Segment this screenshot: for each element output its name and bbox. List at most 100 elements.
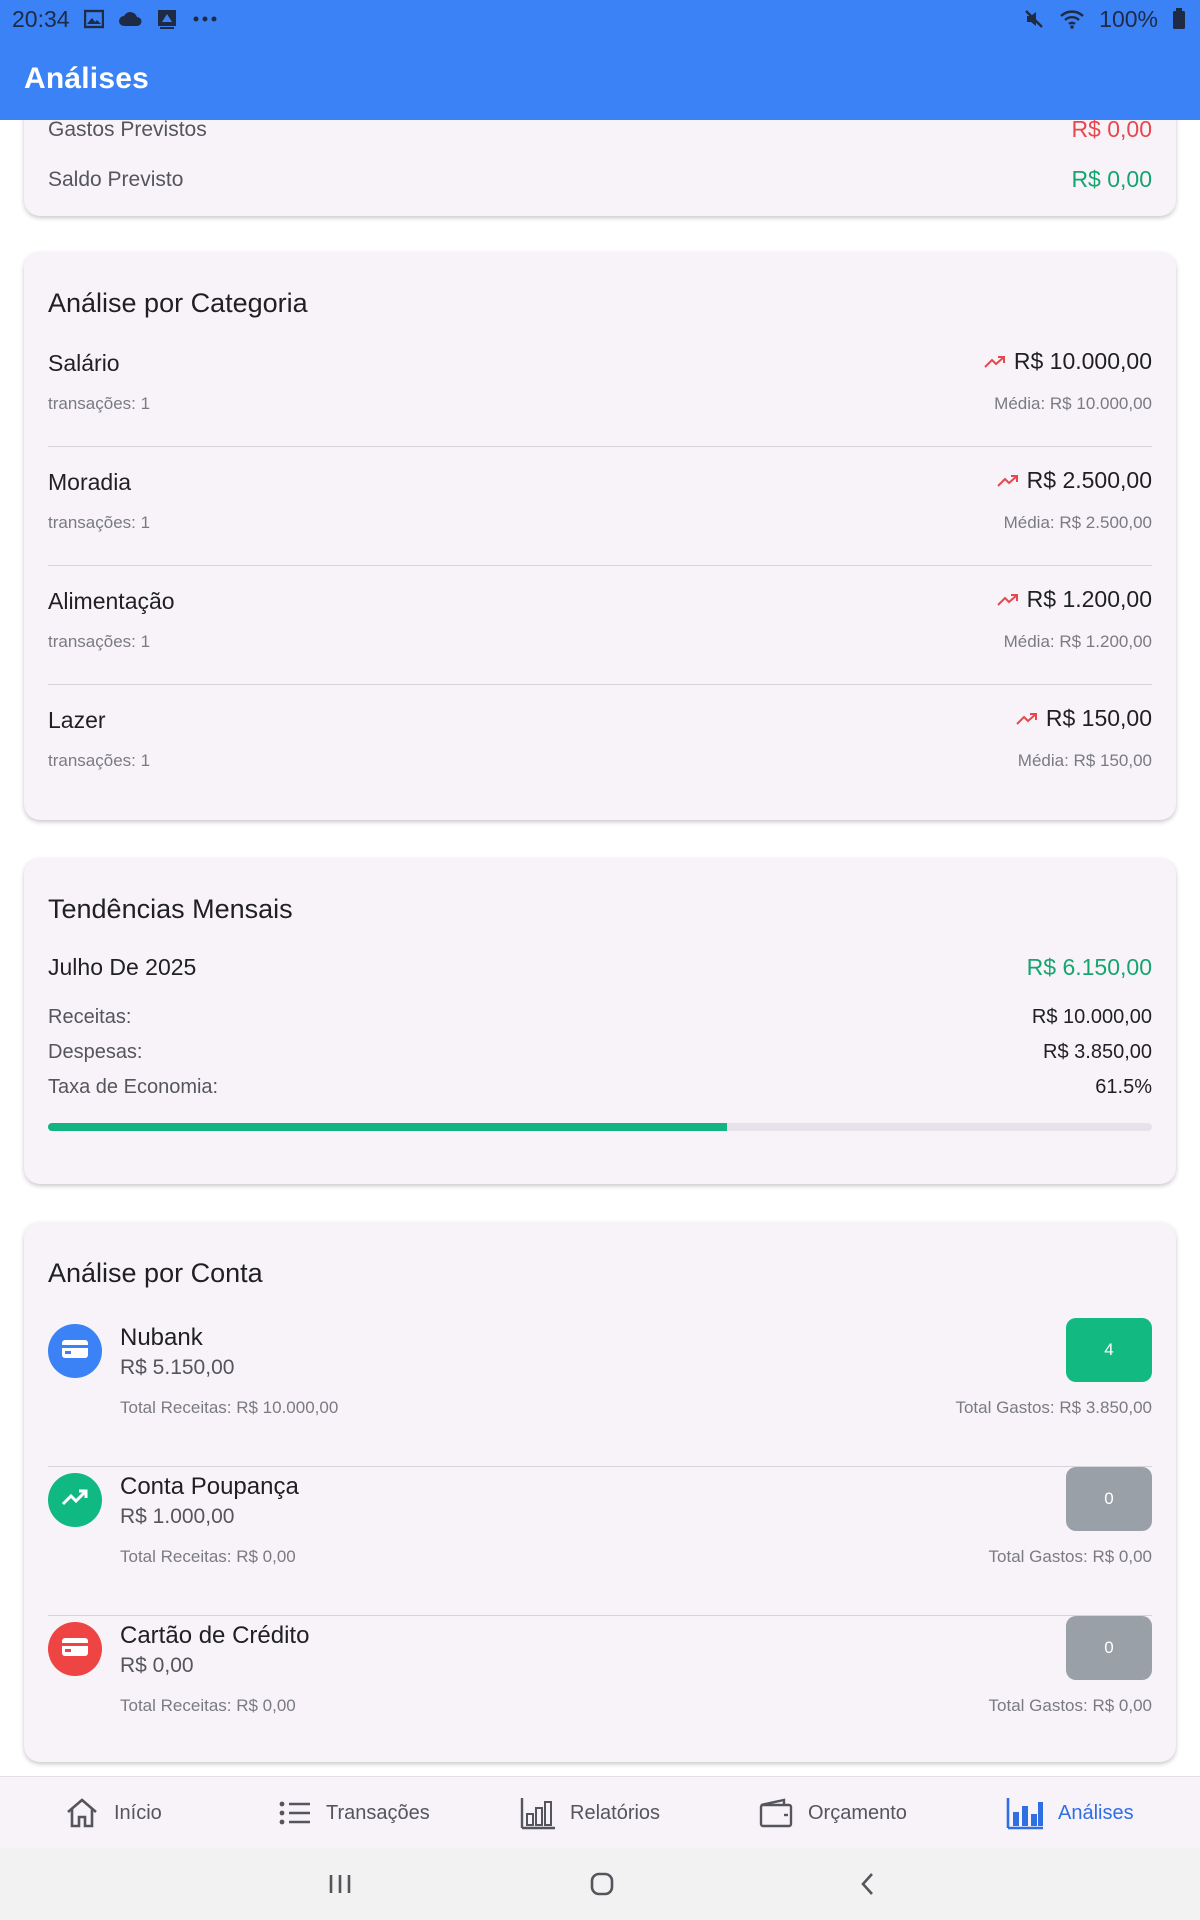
- trending-up-icon: [984, 348, 1006, 375]
- account-icon: [48, 1324, 102, 1378]
- account-income: Total Receitas: R$ 0,00: [120, 1547, 296, 1566]
- account-balance: R$ 1.000,00: [120, 1505, 235, 1528]
- income-label: Receitas:: [48, 1006, 132, 1028]
- account-expenses: Total Gastos: R$ 0,00: [988, 1696, 1152, 1715]
- category-amount-wrap: R$ 2.500,00: [996, 467, 1152, 494]
- expense-row: Despesas: R$ 3.850,00: [48, 1041, 1152, 1064]
- transaction-count-badge[interactable]: 0: [1066, 1616, 1152, 1680]
- account-icon: [48, 1473, 102, 1527]
- card-title: Análise por Categoria: [48, 288, 308, 318]
- monthly-trends-card: Tendências Mensais Julho De 2025 R$ 6.15…: [24, 858, 1176, 1184]
- category-amount-wrap: R$ 10.000,00: [984, 348, 1152, 375]
- category-average: Média: R$ 10.000,00: [994, 394, 1152, 413]
- account-income: Total Receitas: R$ 10.000,00: [120, 1398, 339, 1417]
- bar-chart-outline-icon: [520, 1796, 556, 1830]
- income-row: Receitas: R$ 10.000,00: [48, 1006, 1152, 1029]
- nav-label: Análises: [1058, 1801, 1134, 1824]
- clock: 20:34: [12, 5, 70, 32]
- category-name: Alimentação: [48, 588, 175, 614]
- system-nav-bar: [0, 1848, 1200, 1920]
- nav-item-relatorios[interactable]: Relatórios: [520, 1777, 660, 1849]
- cloud-icon: [118, 10, 142, 28]
- expense-label: Despesas:: [48, 1041, 143, 1063]
- recents-icon[interactable]: [320, 1866, 360, 1902]
- trending-up-icon: [996, 586, 1019, 613]
- transaction-count-badge[interactable]: 4: [1066, 1318, 1152, 1382]
- summary-row-expected-expenses: Gastos Previstos R$ 0,00: [48, 120, 1152, 143]
- summary-value: R$ 0,00: [1071, 166, 1152, 192]
- month-net: R$ 6.150,00: [1026, 954, 1152, 980]
- savings-progress-fill: [48, 1123, 727, 1131]
- savings-label: Taxa de Economia:: [48, 1076, 219, 1098]
- more-dots-icon: [192, 15, 218, 23]
- bottom-nav: Início Transações Relatórios Orçamento A…: [0, 1776, 1200, 1848]
- category-item[interactable]: Moradia transações: 1 R$ 2.500,00 Média:…: [48, 447, 1152, 566]
- trending-up-icon: [1016, 705, 1038, 732]
- expense-value: R$ 3.850,00: [1043, 1041, 1152, 1063]
- nav-item-analises[interactable]: Análises: [1006, 1777, 1134, 1849]
- category-amount: R$ 1.200,00: [1026, 586, 1152, 612]
- card-title: Tendências Mensais: [48, 894, 293, 924]
- summary-label: Saldo Previsto: [48, 167, 184, 191]
- home-circle-icon[interactable]: [582, 1866, 622, 1902]
- nav-item-transacoes[interactable]: Transações: [278, 1777, 430, 1849]
- category-name: Lazer: [48, 707, 106, 733]
- nav-item-inicio[interactable]: Início: [64, 1777, 162, 1849]
- category-amount: R$ 150,00: [1045, 705, 1152, 731]
- category-average: Média: R$ 150,00: [1017, 751, 1152, 770]
- transaction-count-badge[interactable]: 0: [1066, 1467, 1152, 1531]
- summary-row-expected-balance: Saldo Previsto R$ 0,00: [48, 166, 1152, 193]
- category-average: Média: R$ 2.500,00: [1003, 513, 1152, 532]
- battery-icon: [1172, 8, 1186, 30]
- category-amount: R$ 2.500,00: [1026, 467, 1152, 493]
- category-count: transações: 1: [48, 394, 151, 413]
- category-analysis-card: Análise por Categoria Salário transações…: [24, 252, 1176, 820]
- back-icon[interactable]: [848, 1866, 888, 1902]
- trending-up-icon: [61, 1488, 89, 1513]
- summary-label: Gastos Previstos: [48, 120, 207, 141]
- category-count: transações: 1: [48, 513, 151, 532]
- account-analysis-card: Análise por Conta Nubank R$ 5.150,00 Tot…: [24, 1222, 1176, 1762]
- account-balance: R$ 0,00: [120, 1654, 194, 1677]
- battery-label: 100%: [1099, 5, 1158, 32]
- month-row: Julho De 2025 R$ 6.150,00: [48, 954, 1152, 981]
- screenshot-icon: [156, 8, 178, 30]
- category-amount: R$ 10.000,00: [1013, 348, 1152, 374]
- account-item[interactable]: Conta Poupança R$ 1.000,00 Total Receita…: [48, 1467, 1152, 1616]
- account-name: Conta Poupança: [120, 1473, 299, 1500]
- category-item[interactable]: Alimentação transações: 1 R$ 1.200,00 Mé…: [48, 566, 1152, 685]
- account-name: Cartão de Crédito: [120, 1622, 310, 1649]
- category-amount-wrap: R$ 150,00: [1016, 705, 1152, 732]
- category-name: Salário: [48, 350, 120, 376]
- summary-value: R$ 0,00: [1071, 120, 1152, 142]
- nav-label: Início: [114, 1801, 162, 1824]
- category-item[interactable]: Lazer transações: 1 R$ 150,00 Média: R$ …: [48, 685, 1152, 804]
- gallery-icon: [83, 9, 104, 29]
- wifi-icon: [1059, 8, 1085, 30]
- home-icon: [64, 1795, 100, 1831]
- nav-item-orcamento[interactable]: Orçamento: [758, 1777, 907, 1849]
- income-value: R$ 10.000,00: [1031, 1006, 1152, 1028]
- page-title: Análises: [24, 62, 149, 95]
- trending-up-icon: [996, 467, 1019, 494]
- account-icon: [48, 1622, 102, 1676]
- account-expenses: Total Gastos: R$ 3.850,00: [955, 1398, 1152, 1417]
- credit-card-icon: [61, 1338, 89, 1365]
- list-icon: [278, 1799, 312, 1827]
- account-item[interactable]: Nubank R$ 5.150,00 Total Receitas: R$ 10…: [48, 1318, 1152, 1467]
- account-item[interactable]: Cartão de Crédito R$ 0,00 Total Receitas…: [48, 1616, 1152, 1765]
- status-bar: 20:34 100%: [0, 0, 1200, 38]
- card-title: Análise por Conta: [48, 1258, 263, 1288]
- category-item[interactable]: Salário transações: 1 R$ 10.000,00 Média…: [48, 328, 1152, 447]
- category-count: transações: 1: [48, 632, 151, 651]
- summary-card: Gastos Previstos R$ 0,00 Saldo Previsto …: [24, 120, 1176, 216]
- scroll-content[interactable]: Gastos Previstos R$ 0,00 Saldo Previsto …: [0, 120, 1200, 1776]
- wallet-icon: [758, 1797, 794, 1829]
- bar-chart-icon: [1006, 1796, 1044, 1830]
- savings-row: Taxa de Economia: 61.5%: [48, 1076, 1152, 1099]
- account-name: Nubank: [120, 1324, 203, 1351]
- credit-card-icon: [61, 1636, 89, 1663]
- account-expenses: Total Gastos: R$ 0,00: [988, 1547, 1152, 1566]
- account-income: Total Receitas: R$ 0,00: [120, 1696, 296, 1715]
- mute-icon: [1023, 8, 1045, 30]
